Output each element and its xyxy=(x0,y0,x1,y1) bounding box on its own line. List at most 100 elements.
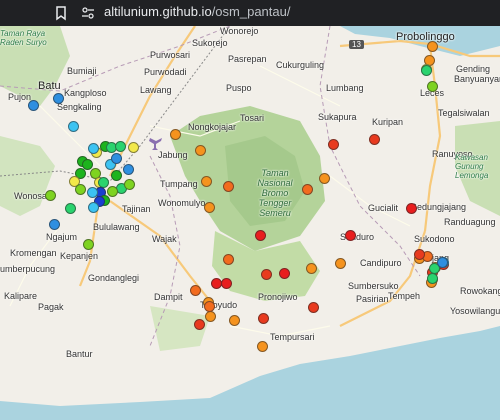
osm-marker[interactable] xyxy=(260,268,272,280)
place-label-pasrepan: Pasrepan xyxy=(228,54,267,64)
place-label-lawang: Lawang xyxy=(140,85,172,95)
osm-marker[interactable] xyxy=(307,301,319,313)
osm-marker[interactable] xyxy=(420,64,432,76)
osm-marker[interactable] xyxy=(106,185,118,197)
place-label-yosowilangun: Yosowilangun xyxy=(450,306,500,316)
osm-marker[interactable] xyxy=(200,175,212,187)
place-label-dampit: Dampit xyxy=(154,292,183,302)
place-label-rowokangkung: Rowokangk xyxy=(460,286,500,296)
place-label-wonomulyo: Wonomulyo xyxy=(158,198,206,208)
place-label-pagak: Pagak xyxy=(38,302,64,312)
sea-south xyxy=(0,326,500,420)
osm-marker[interactable] xyxy=(210,277,222,289)
place-label-sukodono: Sukodono xyxy=(414,234,455,244)
place-label-sukapura: Sukapura xyxy=(318,112,357,122)
place-label-tempursari: Tempursari xyxy=(270,332,315,342)
osm-marker[interactable] xyxy=(52,92,64,104)
map-view[interactable]: 13 Taman Raya Raden Suryo Pujon Batu Bumiaj… xyxy=(0,26,500,420)
osm-marker[interactable] xyxy=(97,176,109,188)
place-label-taman-raya-raden-suryo: Taman Raya Raden Suryo xyxy=(0,29,47,47)
osm-marker[interactable] xyxy=(405,202,417,214)
place-label-randuagung: Randuagung xyxy=(444,217,496,227)
osm-marker[interactable] xyxy=(426,272,438,284)
osm-marker[interactable] xyxy=(203,300,215,312)
place-label-sumberpucung: umberpucung xyxy=(0,264,56,274)
osm-marker[interactable] xyxy=(327,138,339,150)
place-label-puspo: Puspo xyxy=(226,83,252,93)
place-label-kuripan: Kuripan xyxy=(372,117,404,127)
osm-marker[interactable] xyxy=(87,142,99,154)
osm-marker[interactable] xyxy=(220,277,232,289)
osm-marker[interactable] xyxy=(123,178,135,190)
osm-marker[interactable] xyxy=(228,314,240,326)
osm-marker[interactable] xyxy=(64,202,76,214)
osm-marker[interactable] xyxy=(334,257,346,269)
place-label-kepanjen: Kepanjen xyxy=(60,251,99,261)
osm-marker[interactable] xyxy=(194,144,206,156)
osm-marker[interactable] xyxy=(368,133,380,145)
osm-marker[interactable] xyxy=(318,172,330,184)
place-label-lumbang: Lumbang xyxy=(326,83,364,93)
osm-marker[interactable] xyxy=(222,180,234,192)
osm-marker[interactable] xyxy=(222,253,234,265)
osm-marker[interactable] xyxy=(256,340,268,352)
place-label-pasirian: Pasirian xyxy=(356,294,389,304)
place-label-gucialit: Gucialit xyxy=(368,203,399,213)
osm-marker[interactable] xyxy=(44,189,56,201)
place-label-bululawang: Bululawang xyxy=(93,222,140,232)
osm-marker[interactable] xyxy=(203,201,215,213)
osm-marker[interactable] xyxy=(48,218,60,230)
osm-marker[interactable] xyxy=(110,169,122,181)
osm-marker[interactable] xyxy=(27,99,39,111)
osm-marker[interactable] xyxy=(122,163,134,175)
place-label-bumiaji: Bumiaji xyxy=(67,66,97,76)
osm-marker[interactable] xyxy=(426,80,438,92)
url-text[interactable]: altilunium.github.io/osm_pantau/ xyxy=(104,4,290,19)
road-minor-5 xyxy=(329,175,411,227)
osm-marker[interactable] xyxy=(67,120,79,132)
osm-marker[interactable] xyxy=(305,262,317,274)
place-label-cukurguling: Cukurguling xyxy=(276,60,325,70)
place-label-pujon: Pujon xyxy=(8,92,32,102)
place-label-tegalsiwalan: Tegalsiwalan xyxy=(438,108,490,118)
place-label-batu: Batu xyxy=(38,80,61,92)
osm-marker[interactable] xyxy=(413,248,425,260)
place-label-tumpang: Tumpang xyxy=(160,179,198,189)
osm-marker[interactable] xyxy=(87,201,99,213)
place-label-wajak: Wajak xyxy=(152,234,177,244)
place-label-gedungjajang: Gedungjajang xyxy=(410,202,467,212)
osm-marker[interactable] xyxy=(114,140,126,152)
place-label-tosari: Tosari xyxy=(240,113,265,123)
osm-marker[interactable] xyxy=(344,229,356,241)
osm-marker[interactable] xyxy=(169,128,181,140)
place-label-banyuanyar: Banyuanyar xyxy=(454,74,500,84)
site-info-icon[interactable] xyxy=(80,5,96,21)
road-lumajang-south xyxy=(339,230,427,327)
place-label-tempeh: Tempeh xyxy=(388,291,421,301)
osm-marker[interactable] xyxy=(82,238,94,250)
place-label-bromo-tengger-semeru: Taman Nasional Bromo Tengger Semeru xyxy=(257,168,293,218)
place-label-gending: Gending xyxy=(456,64,491,74)
osm-marker[interactable] xyxy=(189,284,201,296)
place-label-nongkojajar: Nongkojajar xyxy=(188,122,237,132)
place-label-probolinggo: Probolinggo xyxy=(396,31,455,43)
place-label-sukorejo: Sukorejo xyxy=(192,38,228,48)
place-label-tajinan: Tajinan xyxy=(122,204,151,214)
osm-marker[interactable] xyxy=(204,310,216,322)
osm-marker[interactable] xyxy=(127,141,139,153)
osm-marker[interactable] xyxy=(301,183,313,195)
osm-marker[interactable] xyxy=(74,183,86,195)
place-label-purwodadi: Purwodadi xyxy=(144,67,187,77)
osm-marker[interactable] xyxy=(193,318,205,330)
place-label-kawasan-gunung-lemongan: Kawasan Gunung Lemonga xyxy=(455,153,489,180)
place-label-candipuro: Candipuro xyxy=(360,258,402,268)
osm-marker[interactable] xyxy=(278,267,290,279)
bookmark-icon[interactable] xyxy=(53,5,69,21)
osm-marker[interactable] xyxy=(257,312,269,324)
airport-icon xyxy=(149,138,162,150)
osm-marker[interactable] xyxy=(426,40,438,52)
place-label-pronojiwo: Pronojiwo xyxy=(258,292,298,302)
osm-marker[interactable] xyxy=(254,229,266,241)
osm-marker[interactable] xyxy=(436,256,448,268)
osm-marker[interactable] xyxy=(110,152,122,164)
